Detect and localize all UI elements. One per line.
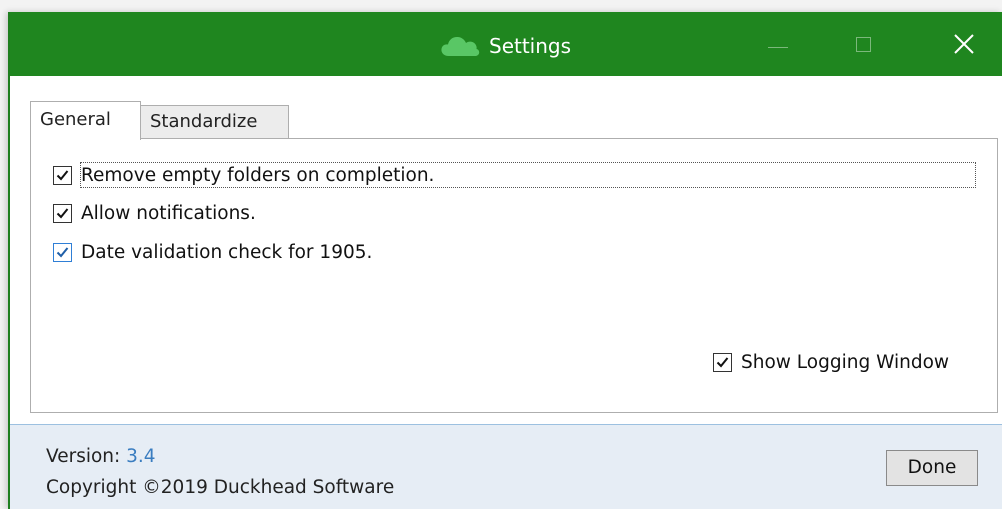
date-validation-checkbox[interactable]: Date validation check for 1905. [53, 239, 372, 265]
tab-general[interactable]: General [30, 101, 141, 140]
copyright-text: Copyright ©2019 Duckhead Software [46, 477, 395, 498]
title-group: Settings [440, 31, 571, 61]
minimize-icon [768, 47, 788, 48]
minimize-button[interactable] [750, 12, 808, 76]
maximize-icon [856, 37, 871, 52]
checkmark-icon [56, 246, 69, 257]
checkbox-label: Allow notifications. [81, 202, 256, 224]
checkbox-box[interactable] [53, 165, 72, 185]
checkbox-label: Show Logging Window [741, 351, 950, 373]
checkbox-box[interactable] [713, 352, 732, 372]
remove-empty-folders-checkbox[interactable]: Remove empty folders on completion. [53, 162, 434, 188]
close-icon [954, 34, 974, 54]
checkmark-icon [56, 207, 69, 218]
checkmark-icon [56, 169, 69, 180]
version-info: Version: 3.4 [46, 446, 156, 467]
footer-bar: Version: 3.4 Copyright ©2019 Duckhead So… [10, 424, 1002, 509]
tab-standardize[interactable]: Standardize [141, 105, 289, 139]
window-title: Settings [489, 34, 572, 58]
settings-content: General Standardize Remove empty folders… [10, 76, 1002, 424]
checkbox-box[interactable] [53, 203, 72, 223]
version-label: Version: [46, 446, 121, 467]
version-value: 3.4 [126, 446, 156, 467]
cloud-icon [441, 36, 480, 56]
maximize-button[interactable] [836, 12, 894, 76]
checkbox-box[interactable] [53, 242, 72, 262]
checkbox-label: Remove empty folders on completion. [81, 164, 435, 186]
allow-notifications-checkbox[interactable]: Allow notifications. [53, 200, 256, 226]
general-tab-panel: Remove empty folders on completion. Allo… [30, 138, 998, 413]
done-button[interactable]: Done [886, 450, 978, 486]
title-bar[interactable]: Settings [10, 12, 1002, 76]
show-logging-window-checkbox[interactable]: Show Logging Window [713, 349, 949, 375]
settings-window: Settings General Standardize Remove empt… [8, 12, 1002, 509]
close-button[interactable] [936, 12, 994, 76]
checkbox-label: Date validation check for 1905. [81, 241, 373, 263]
checkmark-icon [716, 356, 729, 367]
